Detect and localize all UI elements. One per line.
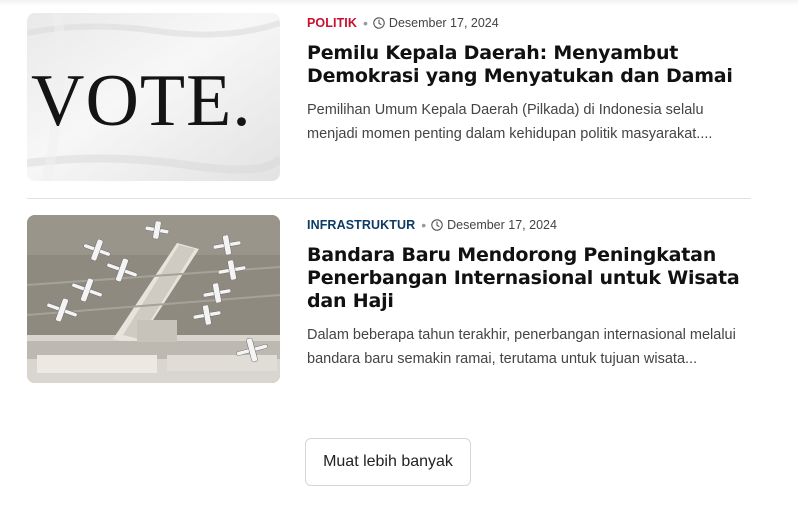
clock-icon <box>431 219 443 231</box>
article-title-link[interactable]: Bandara Baru Mendorong Peningkatan Pener… <box>307 244 751 313</box>
article-excerpt: Pemilihan Umum Kepala Daerah (Pilkada) d… <box>307 102 713 142</box>
airport-aerial-image <box>27 215 280 383</box>
category-link[interactable]: INFRASTRUKTUR <box>307 218 415 232</box>
article-thumbnail-vote[interactable]: VOTE. <box>27 13 280 181</box>
article-meta: POLITIK • Desember 17, 2024 <box>307 13 751 33</box>
load-more-button[interactable]: Muat lebih banyak <box>305 438 471 486</box>
top-shadow <box>0 0 798 6</box>
vote-image-text: VOTE. <box>31 60 252 142</box>
article-thumbnail-airport[interactable] <box>27 215 280 383</box>
article-excerpt: Dalam beberapa tahun terakhir, penerbang… <box>307 327 736 367</box>
clock-icon <box>373 17 385 29</box>
category-link[interactable]: POLITIK <box>307 16 357 30</box>
article-card: VOTE. POLITIK • Desember 17, 2024 Pemilu… <box>27 13 751 181</box>
article-date: Desember 17, 2024 <box>388 16 499 30</box>
article-body: POLITIK • Desember 17, 2024 Pemilu Kepal… <box>307 13 751 181</box>
article-card: INFRASTRUKTUR • Desember 17, 2024 Bandar… <box>27 215 751 383</box>
article-body: INFRASTRUKTUR • Desember 17, 2024 Bandar… <box>307 215 751 383</box>
article-list-page: VOTE. POLITIK • Desember 17, 2024 Pemilu… <box>0 0 798 511</box>
article-title-link[interactable]: Pemilu Kepala Daerah: Menyambut Demokras… <box>307 42 751 88</box>
article-divider <box>27 198 751 199</box>
meta-separator: • <box>421 217 427 233</box>
vote-shirt-image: VOTE. <box>27 13 280 181</box>
article-meta: INFRASTRUKTUR • Desember 17, 2024 <box>307 215 751 235</box>
meta-separator: • <box>363 15 368 31</box>
article-date: Desember 17, 2024 <box>447 218 557 232</box>
